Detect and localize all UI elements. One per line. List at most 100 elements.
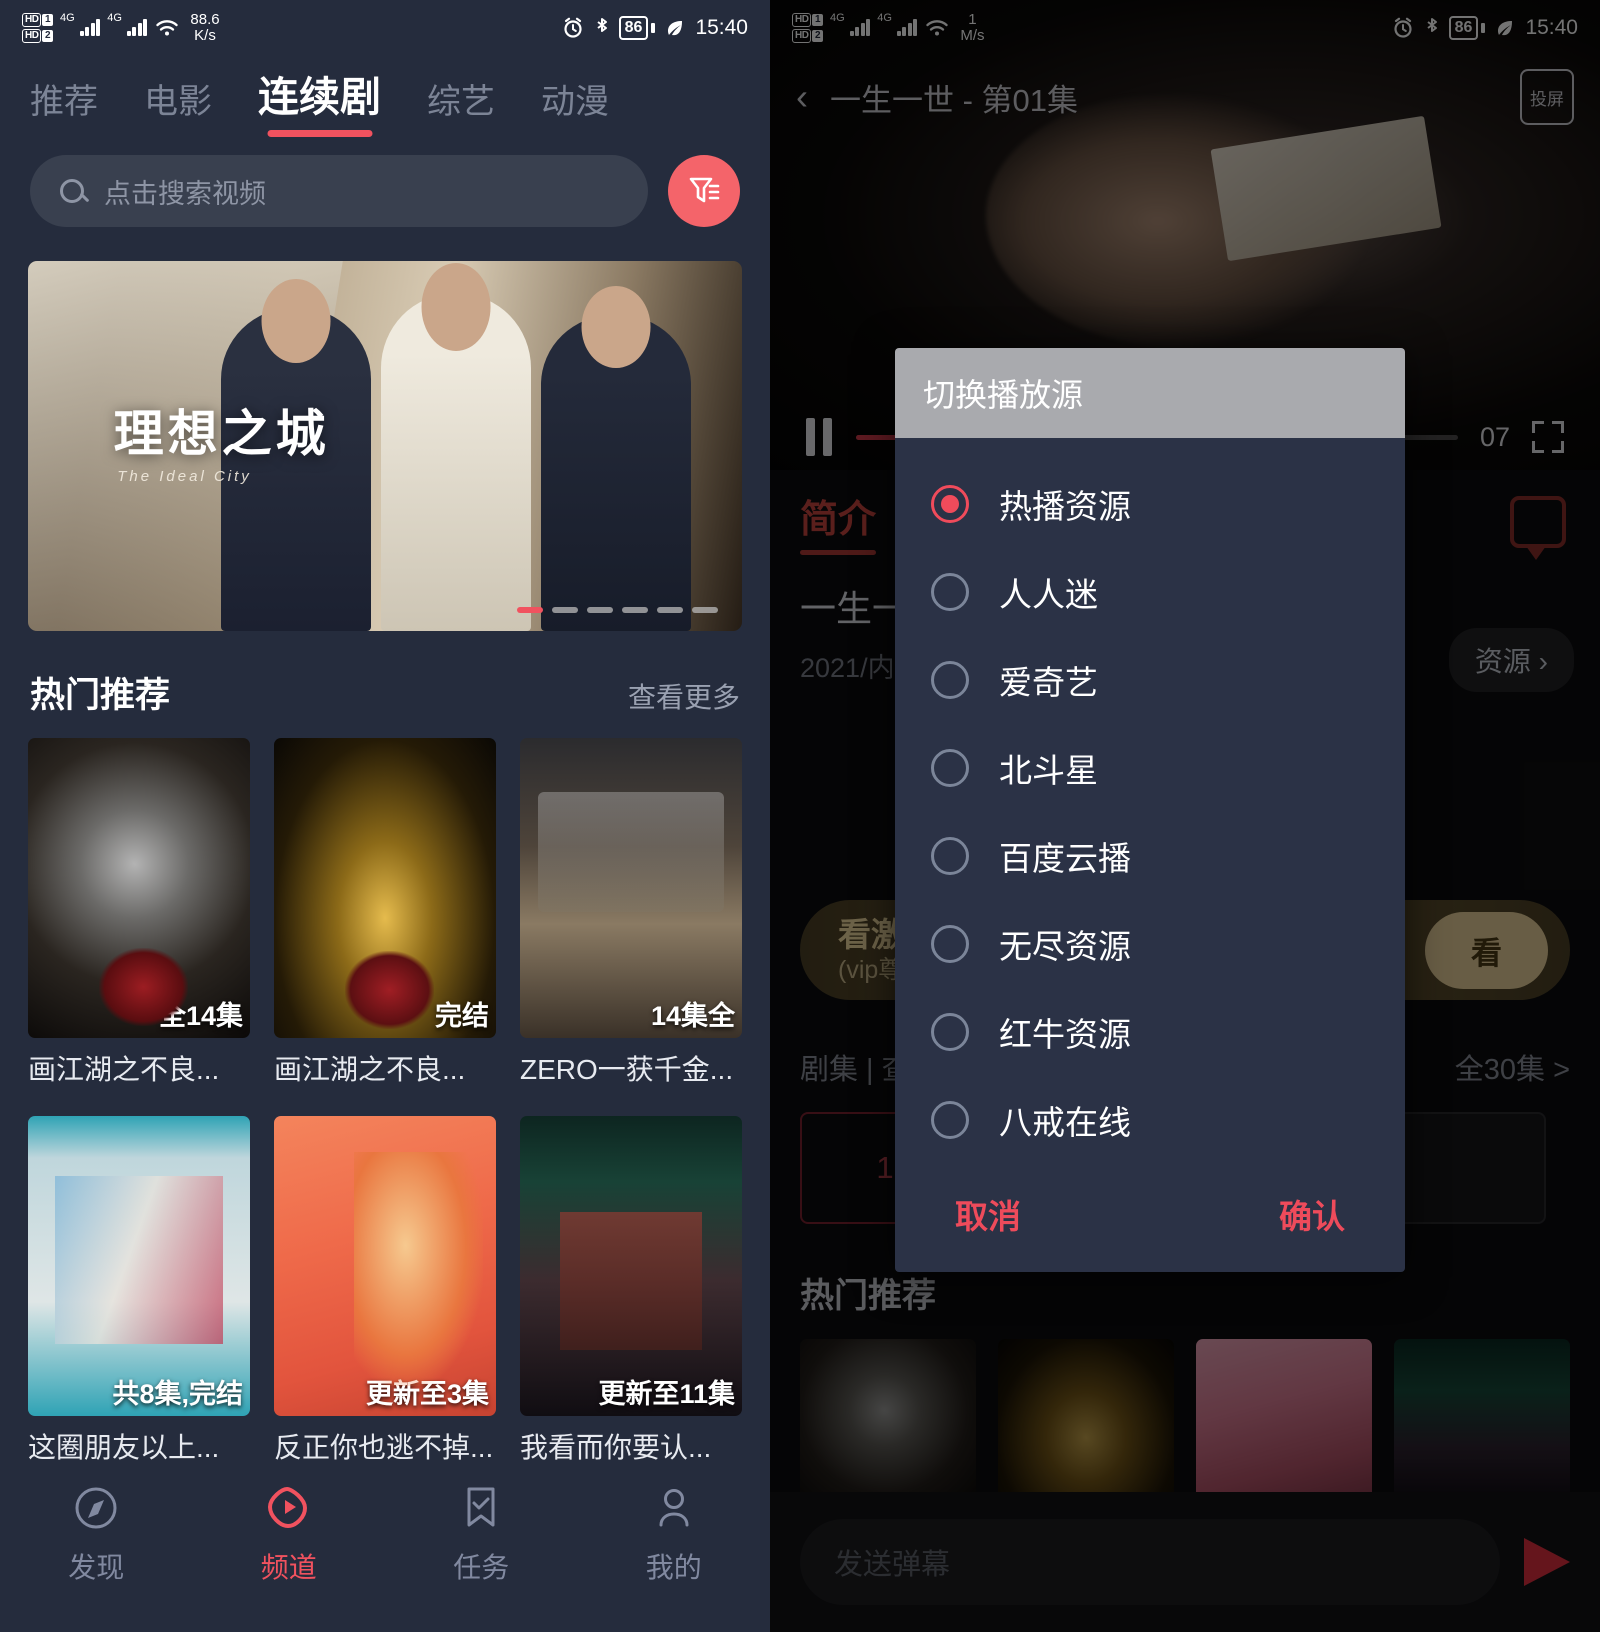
left-phone-panel: HD 1 HD 2 4G 4G 88.6 K/s 86 15:40 推荐 电影 … xyxy=(0,0,770,1632)
search-input[interactable]: 点击搜索视频 xyxy=(30,155,648,227)
cancel-button[interactable]: 取消 xyxy=(955,1190,1021,1238)
recommend-grid: 全14集 画江湖之不良... 完结 画江湖之不良... 14集全 ZERO一获千… xyxy=(0,724,770,1466)
option-label: 无尽资源 xyxy=(999,928,1131,965)
poster-thumbnail: 完结 xyxy=(274,738,496,1038)
network-type-1: 4G xyxy=(60,11,75,24)
radio-icon[interactable] xyxy=(931,1013,969,1051)
card-title: ZERO一获千金... xyxy=(520,1054,734,1085)
source-switch-dialog: 切换播放源 热播资源 人人迷 爱奇艺 北斗星 百度云播 无尽资源 红牛资源 八戒… xyxy=(895,348,1405,1272)
section-title: 热门推荐 xyxy=(30,676,171,715)
nav-label: 任务 xyxy=(453,1552,510,1583)
card-item[interactable]: 全14集 画江湖之不良... xyxy=(28,738,250,1088)
option-label: 百度云播 xyxy=(999,840,1131,877)
option-row[interactable]: 爱奇艺 xyxy=(895,636,1405,724)
search-placeholder: 点击搜索视频 xyxy=(104,178,266,209)
bottom-navigation: 发现 频道 任务 我的 xyxy=(0,1462,770,1632)
option-row[interactable]: 无尽资源 xyxy=(895,900,1405,988)
option-row[interactable]: 北斗星 xyxy=(895,724,1405,812)
nav-item-channel[interactable]: 频道 xyxy=(193,1482,386,1586)
card-item[interactable]: 更新至11集 我看而你要认... xyxy=(520,1116,742,1466)
option-label: 爱奇艺 xyxy=(999,664,1098,701)
sim-number-2: 2 xyxy=(42,29,54,42)
poster-thumbnail: 更新至3集 xyxy=(274,1116,496,1416)
dialog-title: 切换播放源 xyxy=(895,348,1405,438)
card-title: 反正你也逃不掉... xyxy=(274,1432,494,1463)
option-row[interactable]: 红牛资源 xyxy=(895,988,1405,1076)
card-item[interactable]: 更新至3集 反正你也逃不掉... xyxy=(274,1116,496,1466)
nav-item-profile[interactable]: 我的 xyxy=(578,1482,771,1586)
network-speed: 88.6 K/s xyxy=(190,10,220,44)
banner-carousel[interactable]: 理想之城 The Ideal City xyxy=(28,261,742,631)
option-row[interactable]: 八戒在线 xyxy=(895,1076,1405,1164)
filter-button[interactable] xyxy=(668,155,740,227)
option-row[interactable]: 百度云播 xyxy=(895,812,1405,900)
sim-number-1: 1 xyxy=(42,13,54,26)
signal-bars-1-icon xyxy=(79,19,101,36)
option-label: 人人迷 xyxy=(999,576,1098,613)
poster-thumbnail: 全14集 xyxy=(28,738,250,1038)
poster-thumbnail: 共8集,完结 xyxy=(28,1116,250,1416)
episode-badge: 更新至11集 xyxy=(598,1379,735,1409)
nav-item-tasks[interactable]: 任务 xyxy=(385,1482,578,1586)
card-item[interactable]: 14集全 ZERO一获千金... xyxy=(520,738,742,1088)
option-row[interactable]: 热播资源 xyxy=(895,460,1405,548)
radio-icon[interactable] xyxy=(931,1101,969,1139)
tab-zongyi[interactable]: 综艺 xyxy=(427,74,495,141)
hd-label-1: HD xyxy=(22,12,42,27)
option-label: 红牛资源 xyxy=(999,1016,1131,1053)
section-header: 热门推荐 查看更多 xyxy=(0,631,770,724)
card-title: 画江湖之不良... xyxy=(28,1054,220,1085)
category-tabs: 推荐 电影 连续剧 综艺 动漫 xyxy=(0,55,770,141)
card-title: 画江湖之不良... xyxy=(274,1054,466,1085)
battery-cap-icon xyxy=(651,22,656,33)
left-status-bar: HD 1 HD 2 4G 4G 88.6 K/s 86 15:40 xyxy=(0,0,770,55)
episode-badge: 更新至3集 xyxy=(365,1379,489,1409)
nav-item-discover[interactable]: 发现 xyxy=(0,1482,193,1586)
banner-subtitle: The Ideal City xyxy=(117,468,252,486)
dialog-options: 热播资源 人人迷 爱奇艺 北斗星 百度云播 无尽资源 红牛资源 八戒在线 取消 … xyxy=(895,438,1405,1272)
radio-icon[interactable] xyxy=(931,749,969,787)
nav-label: 频道 xyxy=(260,1552,317,1583)
search-icon xyxy=(60,179,84,203)
tab-dongman[interactable]: 动漫 xyxy=(541,74,609,141)
tab-lianxuju[interactable]: 连续剧 xyxy=(258,63,381,141)
filter-icon xyxy=(689,177,720,203)
wifi-icon xyxy=(156,19,179,35)
episode-badge: 14集全 xyxy=(650,1001,735,1031)
card-item[interactable]: 完结 画江湖之不良... xyxy=(274,738,496,1088)
radio-icon[interactable] xyxy=(931,837,969,875)
radio-icon[interactable] xyxy=(931,485,969,523)
dual-sim-indicator: HD 1 HD 2 xyxy=(22,12,54,43)
person-icon xyxy=(659,1489,689,1527)
card-item[interactable]: 共8集,完结 这圈朋友以上... xyxy=(28,1116,250,1466)
tab-tuijian[interactable]: 推荐 xyxy=(30,74,98,141)
right-phone-panel: HD 1 HD 2 4G 4G 1 xyxy=(770,0,1600,1632)
carousel-indicators[interactable] xyxy=(517,607,718,613)
compass-icon xyxy=(75,1487,117,1529)
radio-icon[interactable] xyxy=(931,925,969,963)
poster-thumbnail: 14集全 xyxy=(520,738,742,1038)
battery-level: 86 xyxy=(618,15,649,40)
confirm-button[interactable]: 确认 xyxy=(1279,1190,1345,1238)
play-channel-icon xyxy=(267,1487,307,1528)
tab-dianying[interactable]: 电影 xyxy=(144,74,212,141)
signal-bars-2-icon xyxy=(126,19,148,36)
option-row[interactable]: 人人迷 xyxy=(895,548,1405,636)
view-more-link[interactable]: 查看更多 xyxy=(628,676,740,716)
option-label: 八戒在线 xyxy=(999,1104,1131,1141)
radio-icon[interactable] xyxy=(931,573,969,611)
bookmark-check-icon xyxy=(467,1487,495,1527)
screenshot-root: HD 1 HD 2 4G 4G 88.6 K/s 86 15:40 推荐 电影 … xyxy=(0,0,1600,1632)
alarm-icon xyxy=(564,17,582,38)
bluetooth-icon xyxy=(597,17,607,32)
episode-badge: 共8集,完结 xyxy=(112,1379,243,1409)
nav-label: 发现 xyxy=(68,1552,125,1583)
nav-label: 我的 xyxy=(645,1552,702,1583)
dialog-actions: 取消 确认 xyxy=(895,1164,1405,1272)
network-type-2: 4G xyxy=(107,11,122,24)
option-label: 北斗星 xyxy=(999,752,1098,789)
radio-icon[interactable] xyxy=(931,661,969,699)
network-speed-value: 88.6 xyxy=(190,10,220,28)
hd-label-2: HD xyxy=(22,28,42,43)
network-speed-unit: K/s xyxy=(194,26,216,44)
